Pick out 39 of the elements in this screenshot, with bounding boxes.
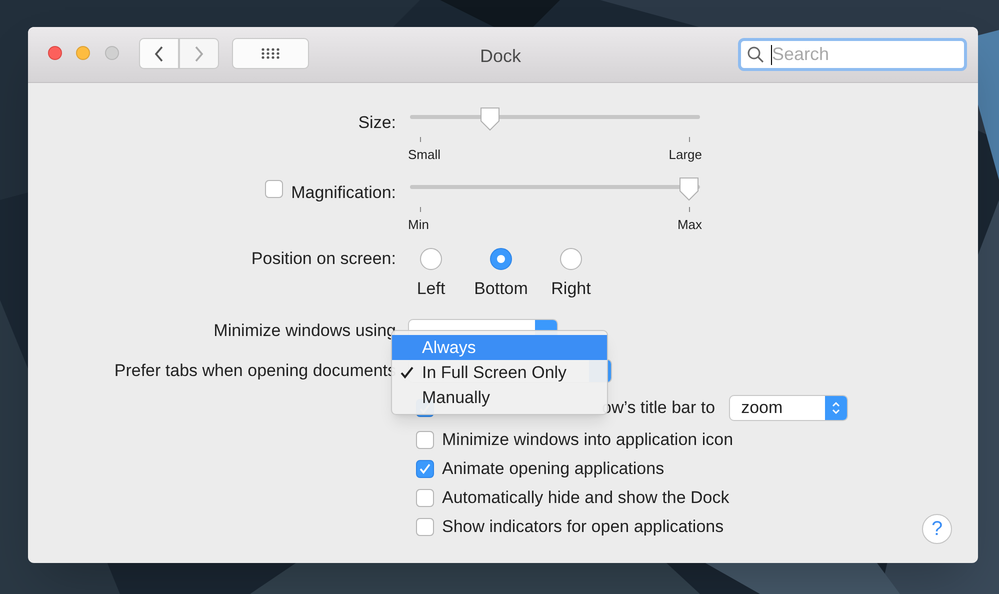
grid-icon (260, 48, 280, 59)
back-button[interactable] (139, 38, 179, 69)
checkbox-label: Automatically hide and show the Dock (442, 486, 730, 509)
minimize-button[interactable] (76, 46, 90, 60)
zoom-button[interactable] (105, 46, 119, 60)
radio-button[interactable] (490, 248, 512, 270)
radio-label: Bottom (474, 278, 528, 300)
checkbox[interactable] (416, 430, 434, 448)
checkbox[interactable] (416, 460, 434, 478)
search-icon (747, 46, 765, 64)
text-cursor (771, 44, 772, 64)
popup-button[interactable]: zoom (729, 395, 848, 421)
search-field[interactable]: Search (738, 38, 967, 71)
position-label: Position on screen: (251, 248, 396, 270)
show-all-button[interactable] (232, 38, 309, 69)
chevron-left-icon (154, 46, 164, 62)
stepper-icon (831, 400, 842, 416)
checkbox[interactable] (416, 488, 434, 506)
checkbox-label: Animate opening applications (442, 458, 664, 480)
radio-label: Left (416, 278, 446, 300)
tick-label: Large (668, 146, 702, 164)
checkbox-label: Minimize windows into application icon (442, 428, 734, 451)
tick-label: Max (677, 216, 702, 234)
radio-label: Right (551, 278, 591, 300)
tick-label: Min (408, 216, 429, 234)
slider-thumb[interactable] (478, 106, 501, 132)
radio-button[interactable] (420, 248, 442, 270)
close-button[interactable] (48, 46, 62, 60)
checkbox[interactable] (416, 518, 434, 536)
slider-label: Size: (358, 112, 396, 134)
checkbox[interactable] (265, 180, 284, 198)
tick-label: Small (408, 146, 441, 164)
search-input[interactable]: Search (772, 41, 942, 68)
slider-label: Magnification: (291, 182, 396, 204)
radio-button[interactable] (560, 248, 582, 270)
chevron-right-icon (194, 46, 204, 62)
checkbox-label: Show indicators for open applications (442, 516, 724, 538)
slider-thumb[interactable] (678, 176, 700, 202)
window-title: Dock (480, 45, 522, 68)
